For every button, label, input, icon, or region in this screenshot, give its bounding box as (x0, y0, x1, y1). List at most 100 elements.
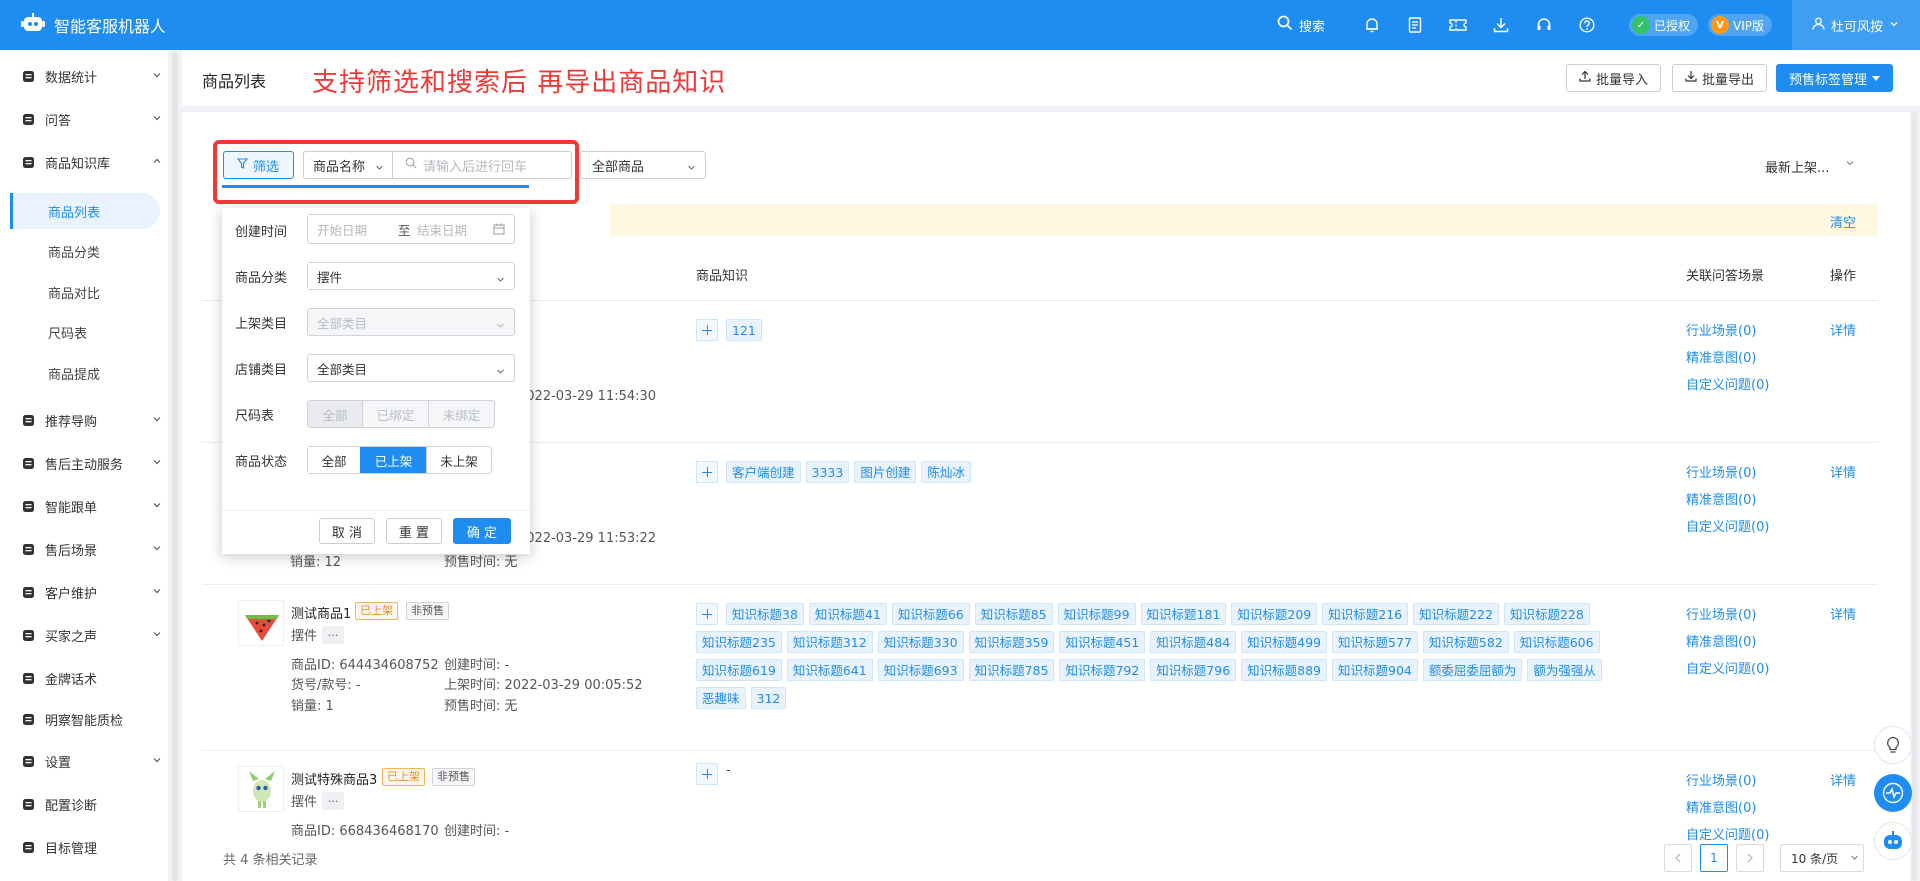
status-option-all[interactable]: 全部 (308, 447, 360, 473)
scene-link[interactable]: 自定义问题(0) (1686, 374, 1769, 393)
size-option-unbound[interactable]: 未绑定 (428, 401, 494, 427)
knowledge-tag[interactable]: 3333 (805, 461, 850, 483)
add-tag-button[interactable] (696, 461, 718, 483)
headset-icon[interactable] (1523, 0, 1566, 50)
knowledge-tag[interactable]: 知识标题312 (786, 631, 873, 653)
knowledge-tag[interactable]: 客户端创建 (726, 461, 801, 483)
next-page-button[interactable] (1736, 844, 1764, 872)
sidebar-item-8[interactable]: 客户维护 (0, 571, 168, 613)
reset-button[interactable]: 重 置 (386, 518, 442, 544)
sidebar-item-6[interactable]: 智能跟单 (0, 485, 168, 527)
date-range-picker[interactable]: 开始日期 至 结束日期 (307, 214, 515, 244)
store-category-select[interactable]: 全部类目 (307, 354, 515, 382)
scene-link[interactable]: 精准意图(0) (1686, 631, 1756, 650)
scene-link[interactable]: 自定义问题(0) (1686, 658, 1769, 677)
scene-link[interactable]: 行业场景(0) (1686, 462, 1756, 481)
knowledge-tag[interactable]: 312 (750, 687, 787, 709)
product-name[interactable]: 测试特殊商品3 (291, 769, 377, 788)
knowledge-tag[interactable]: 知识标题222 (1413, 603, 1499, 625)
sidebar-item-2[interactable]: 问答 (0, 98, 168, 140)
scene-link[interactable]: 精准意图(0) (1686, 489, 1756, 508)
detail-link[interactable]: 详情 (1830, 770, 1856, 789)
scope-select[interactable]: 全部商品 (580, 151, 706, 179)
detail-link[interactable]: 详情 (1830, 320, 1856, 339)
knowledge-tag[interactable]: 知识标题41 (808, 603, 887, 625)
scene-link[interactable]: 自定义问题(0) (1686, 516, 1769, 535)
add-tag-button[interactable] (696, 319, 718, 341)
sidebar-subitem-4[interactable]: 尺码表 (10, 314, 160, 350)
sidebar-subitem-3[interactable]: 商品对比 (10, 274, 160, 310)
knowledge-tag[interactable]: 知识标题235 (696, 631, 782, 653)
sidebar-item-14[interactable]: 目标管理 (0, 826, 168, 868)
knowledge-tag[interactable]: 恶趣味 (696, 687, 746, 709)
help-icon[interactable] (1566, 0, 1609, 50)
sidebar-item-13[interactable]: 配置诊断 (0, 783, 168, 825)
page-number[interactable]: 1 (1700, 844, 1728, 872)
knowledge-tag[interactable]: 知识标题181 (1140, 603, 1227, 625)
knowledge-tag[interactable]: 知识标题619 (696, 659, 782, 681)
sidebar-item-15[interactable]: 手动辅助 (0, 867, 168, 881)
user-menu[interactable]: 杜可风按 (1792, 0, 1920, 50)
knowledge-tag[interactable]: 121 (726, 319, 762, 341)
sidebar-subitem-5[interactable]: 商品提成 (10, 355, 160, 391)
clear-link[interactable]: 清空 (1830, 212, 1856, 231)
listing-category-select[interactable]: 全部类目 (307, 308, 515, 336)
lightbulb-icon[interactable] (1874, 726, 1912, 764)
knowledge-tag[interactable]: 知识标题99 (1057, 603, 1136, 625)
knowledge-tag[interactable]: 知识标题359 (968, 631, 1055, 653)
cancel-button[interactable]: 取 消 (319, 518, 375, 544)
confirm-button[interactable]: 确 定 (453, 518, 511, 544)
knowledge-tag[interactable]: 知识标题451 (1059, 631, 1146, 653)
knowledge-tag[interactable]: 陈灿冰 (921, 461, 971, 483)
pulse-icon[interactable] (1874, 774, 1912, 812)
more-button[interactable]: ... (322, 626, 344, 644)
knowledge-tag[interactable]: 知识标题904 (1332, 659, 1418, 681)
knowledge-tag[interactable]: 知识标题785 (968, 659, 1055, 681)
knowledge-tag[interactable]: 知识标题889 (1241, 659, 1328, 681)
robot-assistant-icon[interactable] (1874, 822, 1912, 860)
ticket-icon[interactable] (1437, 0, 1480, 50)
knowledge-tag[interactable]: 知识标题641 (786, 659, 873, 681)
add-tag-button[interactable] (696, 603, 718, 625)
sidebar-scrollbar[interactable] (172, 52, 178, 881)
sort-select[interactable]: 最新上架... (1765, 157, 1855, 176)
knowledge-tag[interactable]: 知识标题693 (877, 659, 964, 681)
product-name[interactable]: 测试商品1 (291, 603, 351, 622)
knowledge-tag[interactable]: 图片创建 (854, 461, 917, 483)
knowledge-tag[interactable]: 知识标题792 (1059, 659, 1146, 681)
status-option-listed[interactable]: 已上架 (360, 447, 426, 473)
knowledge-tag[interactable]: 知识标题606 (1513, 631, 1600, 653)
sidebar-item-7[interactable]: 售后场景 (0, 528, 168, 570)
detail-link[interactable]: 详情 (1830, 462, 1856, 481)
knowledge-tag[interactable]: 知识标题216 (1322, 603, 1409, 625)
sidebar-subitem-1[interactable]: 商品列表 (10, 193, 160, 229)
category-select[interactable]: 摆件 (307, 262, 515, 290)
knowledge-tag[interactable]: 知识标题330 (877, 631, 964, 653)
size-option-all[interactable]: 全部 (308, 401, 362, 427)
knowledge-tag[interactable]: 知识标题796 (1150, 659, 1237, 681)
scene-link[interactable]: 自定义问题(0) (1686, 824, 1769, 843)
size-option-bound[interactable]: 已绑定 (362, 401, 428, 427)
sidebar-item-3[interactable]: 商品知识库 (0, 141, 168, 183)
knowledge-tag[interactable]: 知识标题228 (1503, 603, 1590, 625)
page-size-select[interactable]: 10 条/页 (1780, 844, 1864, 872)
knowledge-tag[interactable]: 知识标题577 (1332, 631, 1418, 653)
knowledge-tag[interactable]: 知识标题499 (1241, 631, 1328, 653)
scene-link[interactable]: 行业场景(0) (1686, 604, 1756, 623)
presale-tag-button[interactable]: 预售标签管理 (1776, 64, 1894, 92)
download-icon[interactable] (1480, 0, 1523, 50)
sidebar-item-10[interactable]: 金牌话术 (0, 657, 168, 699)
batch-export-button[interactable]: 批量导出 (1672, 64, 1768, 92)
knowledge-tag[interactable]: 知识标题209 (1231, 603, 1318, 625)
sidebar-item-1[interactable]: 数据统计 (0, 55, 168, 97)
bell-icon[interactable] (1351, 0, 1394, 50)
sidebar-item-11[interactable]: 明察智能质检 (0, 698, 168, 740)
vip-badge[interactable]: V VIP版 (1708, 14, 1772, 36)
detail-link[interactable]: 详情 (1830, 604, 1856, 623)
sidebar-item-9[interactable]: 买家之声 (0, 614, 168, 656)
top-search-button[interactable]: 搜索 (1277, 15, 1325, 35)
scene-link[interactable]: 精准意图(0) (1686, 347, 1756, 366)
sidebar-item-5[interactable]: 售后主动服务 (0, 442, 168, 484)
status-option-unlisted[interactable]: 未上架 (426, 447, 491, 473)
prev-page-button[interactable] (1664, 844, 1692, 872)
